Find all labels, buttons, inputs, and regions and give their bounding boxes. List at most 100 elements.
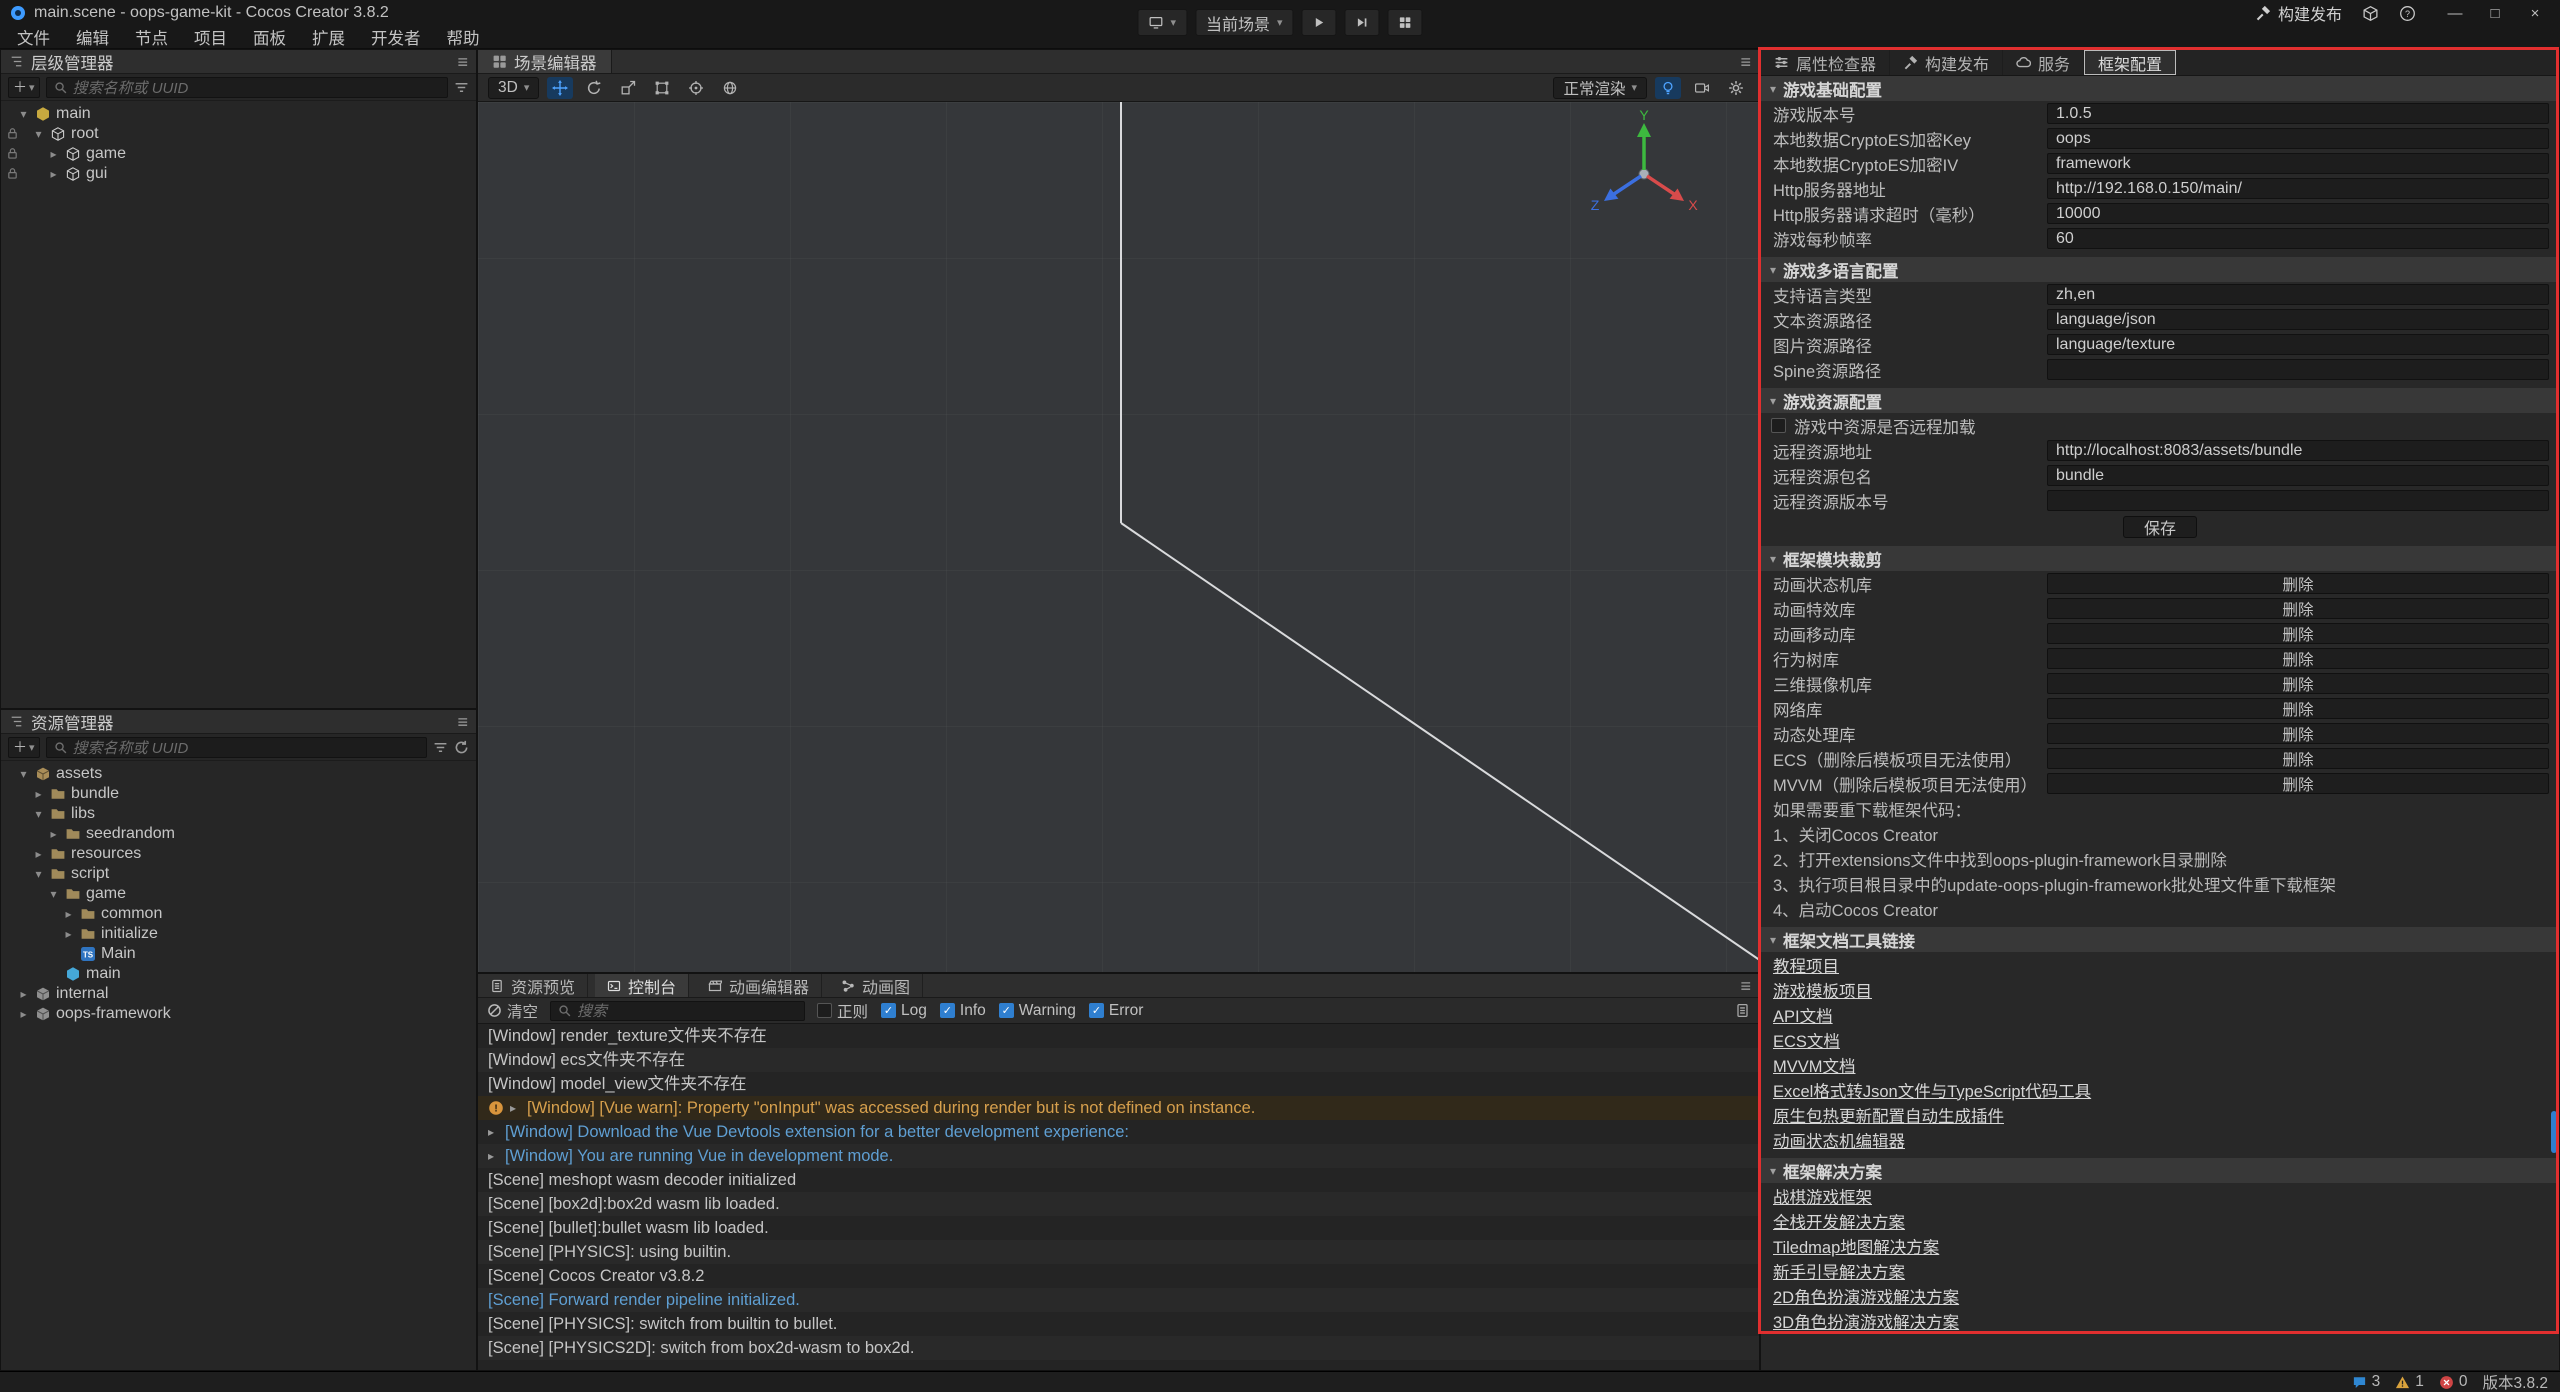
- console-tab-2[interactable]: 动画编辑器: [696, 974, 822, 997]
- caret-right-icon[interactable]: ▸: [17, 1007, 30, 1021]
- maximize-button[interactable]: □: [2476, 1, 2514, 25]
- assets-tree-item[interactable]: ▾libs: [1, 804, 476, 824]
- checkbox-icon[interactable]: ✓: [999, 1003, 1014, 1018]
- doc-link[interactable]: 游戏模板项目: [1761, 977, 2559, 1002]
- checkbox-icon[interactable]: [1771, 418, 1786, 433]
- section-header[interactable]: ▾框架模块裁剪: [1761, 546, 2559, 571]
- assets-tree-item[interactable]: TSMain: [1, 944, 476, 964]
- log-row[interactable]: [Scene] [PHYSICS2D]: switch from box2d-w…: [478, 1336, 1759, 1360]
- inspector-tab-2[interactable]: 服务: [2003, 50, 2084, 75]
- log-row[interactable]: [Scene] [PHYSICS]: using builtin.: [478, 1240, 1759, 1264]
- log-expand-icon[interactable]: ▸: [488, 1144, 499, 1168]
- hierarchy-tree-item[interactable]: ▾root: [1, 124, 476, 144]
- doc-link[interactable]: 原生包热更新配置自动生成插件: [1761, 1102, 2559, 1127]
- scale-tool-icon[interactable]: [615, 77, 641, 99]
- error-counter[interactable]: 0: [2439, 1373, 2468, 1391]
- rect-tool-icon[interactable]: [649, 77, 675, 99]
- rotate-tool-icon[interactable]: [581, 77, 607, 99]
- property-input[interactable]: zh,en: [2047, 284, 2549, 305]
- section-header[interactable]: ▾游戏多语言配置: [1761, 257, 2559, 282]
- inspector-scrollbar[interactable]: [2551, 1111, 2557, 1153]
- doc-link[interactable]: 2D角色扮演游戏解决方案: [1761, 1283, 2559, 1308]
- assets-tree-item[interactable]: ▾script: [1, 864, 476, 884]
- hierarchy-tree-item[interactable]: ▾main: [1, 104, 476, 124]
- log-row[interactable]: [Scene] Cocos Creator v3.8.2: [478, 1264, 1759, 1288]
- property-input[interactable]: language/texture: [2047, 334, 2549, 355]
- scene-viewport[interactable]: Y X Z: [478, 102, 1759, 972]
- doc-link[interactable]: API文档: [1761, 1002, 2559, 1027]
- log-row[interactable]: ▸[Window] Download the Vue Devtools exte…: [478, 1120, 1759, 1144]
- close-button[interactable]: ×: [2516, 1, 2554, 25]
- menu-item-3[interactable]: 项目: [181, 26, 240, 48]
- hierarchy-filter-icon[interactable]: [454, 80, 469, 95]
- assets-filter-icon[interactable]: [433, 740, 448, 755]
- property-input[interactable]: framework: [2047, 153, 2549, 174]
- refresh-icon[interactable]: [454, 740, 469, 755]
- menu-item-5[interactable]: 扩展: [299, 26, 358, 48]
- log-expand-icon[interactable]: ▸: [510, 1096, 521, 1120]
- caret-down-icon[interactable]: ▾: [47, 887, 60, 901]
- play-button[interactable]: [1302, 9, 1337, 36]
- doc-link[interactable]: Excel格式转Json文件与TypeScript代码工具: [1761, 1077, 2559, 1102]
- assets-tree-item[interactable]: ▸oops-framework: [1, 1004, 476, 1024]
- section-header[interactable]: ▾游戏基础配置: [1761, 76, 2559, 101]
- message-counter[interactable]: 3: [2352, 1373, 2381, 1391]
- console-filter-4[interactable]: ✓Error: [1089, 1002, 1143, 1020]
- delete-button[interactable]: 删除: [2047, 573, 2549, 594]
- log-row[interactable]: ▸[Window] You are running Vue in develop…: [478, 1144, 1759, 1168]
- create-node-button[interactable]: ＋▾: [8, 77, 40, 98]
- log-row[interactable]: [Scene] meshopt wasm decoder initialized: [478, 1168, 1759, 1192]
- caret-down-icon[interactable]: ▾: [32, 807, 45, 821]
- assets-menu-icon[interactable]: ≡: [457, 713, 468, 731]
- step-button[interactable]: [1345, 9, 1380, 36]
- doc-link[interactable]: 新手引导解决方案: [1761, 1258, 2559, 1283]
- assets-tree-item[interactable]: ▸common: [1, 904, 476, 924]
- menu-item-0[interactable]: 文件: [4, 26, 63, 48]
- property-input[interactable]: [2047, 359, 2549, 380]
- console-tab-3[interactable]: 动画图: [829, 974, 923, 997]
- section-header[interactable]: ▾框架解决方案: [1761, 1158, 2559, 1183]
- create-asset-button[interactable]: ＋▾: [8, 737, 40, 758]
- property-input[interactable]: 60: [2047, 228, 2549, 249]
- coordinate-toggle-icon[interactable]: [717, 77, 743, 99]
- menu-item-4[interactable]: 面板: [240, 26, 299, 48]
- hierarchy-search-input[interactable]: 搜索名称或 UUID: [46, 77, 448, 98]
- caret-right-icon[interactable]: ▸: [47, 827, 60, 841]
- scene-menu-icon[interactable]: ≡: [1740, 53, 1751, 71]
- assets-tree-item[interactable]: ▸initialize: [1, 924, 476, 944]
- caret-right-icon[interactable]: ▸: [47, 167, 60, 181]
- orientation-gizmo[interactable]: Y X Z: [1584, 110, 1704, 230]
- log-row[interactable]: [Scene] Forward render pipeline initiali…: [478, 1288, 1759, 1312]
- build-publish-button[interactable]: 构建发布: [2255, 1, 2342, 25]
- assets-tree-item[interactable]: ▸seedrandom: [1, 824, 476, 844]
- checkbox-icon[interactable]: ✓: [940, 1003, 955, 1018]
- inspector-tab-3[interactable]: 框架配置: [2084, 50, 2176, 75]
- property-input[interactable]: http://localhost:8083/assets/bundle: [2047, 440, 2549, 461]
- property-input[interactable]: [2047, 490, 2549, 511]
- gizmo-camera-icon[interactable]: [1689, 77, 1715, 99]
- tab-scene-editor[interactable]: 场景编辑器: [478, 50, 612, 73]
- doc-link[interactable]: 动画状态机编辑器: [1761, 1127, 2559, 1152]
- menu-item-7[interactable]: 帮助: [434, 26, 493, 48]
- move-tool-icon[interactable]: [547, 77, 573, 99]
- property-input[interactable]: http://192.168.0.150/main/: [2047, 178, 2549, 199]
- light-toggle-icon[interactable]: [1655, 77, 1681, 99]
- caret-right-icon[interactable]: ▸: [17, 987, 30, 1001]
- console-tab-1[interactable]: 控制台: [595, 974, 689, 997]
- assets-tree-item[interactable]: ▸bundle: [1, 784, 476, 804]
- console-tab-0[interactable]: 资源预览: [478, 974, 588, 997]
- clear-console-button[interactable]: 清空: [487, 1000, 538, 1022]
- package-icon[interactable]: [2362, 5, 2379, 22]
- pivot-toggle-icon[interactable]: [683, 77, 709, 99]
- caret-right-icon[interactable]: ▸: [62, 927, 75, 941]
- caret-right-icon[interactable]: ▸: [32, 847, 45, 861]
- section-header[interactable]: ▾游戏资源配置: [1761, 388, 2559, 413]
- log-row[interactable]: [Window] ecs文件夹不存在: [478, 1048, 1759, 1072]
- caret-down-icon[interactable]: ▾: [32, 867, 45, 881]
- render-mode-dropdown[interactable]: 正常渲染 ▾: [1553, 77, 1647, 99]
- doc-link[interactable]: 3D角色扮演游戏解决方案: [1761, 1308, 2559, 1333]
- assets-search-input[interactable]: 搜索名称或 UUID: [46, 737, 427, 758]
- minimize-button[interactable]: —: [2436, 1, 2474, 25]
- doc-link[interactable]: 全栈开发解决方案: [1761, 1208, 2559, 1233]
- hierarchy-tree-item[interactable]: ▸gui: [1, 164, 476, 184]
